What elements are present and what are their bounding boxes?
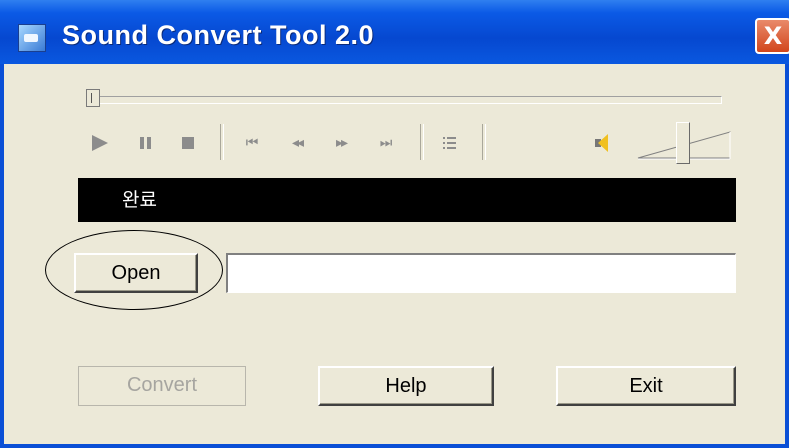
fast-forward-icon: ▸▸ (335, 135, 348, 151)
skip-start-button[interactable]: ⏮ (238, 132, 264, 154)
app-window: Sound Convert Tool 2.0 X ⏮ ◂◂ ▸▸ ⏭ 완료 Op… (0, 0, 789, 448)
fast-forward-button[interactable]: ▸▸ (328, 132, 354, 154)
app-icon (18, 24, 46, 52)
convert-button[interactable]: Convert (78, 366, 246, 406)
toolbar-separator (482, 124, 486, 160)
close-button[interactable]: X (755, 18, 789, 54)
exit-button[interactable]: Exit (556, 366, 736, 406)
toolbar-separator (420, 124, 424, 160)
rewind-button[interactable]: ◂◂ (284, 132, 310, 154)
file-path-input[interactable] (226, 253, 736, 293)
skip-end-icon: ⏭ (379, 135, 393, 151)
seek-bar[interactable] (88, 96, 722, 104)
pause-button[interactable] (137, 132, 153, 154)
open-button[interactable]: Open (74, 253, 198, 293)
speaker-icon (593, 133, 613, 153)
seek-thumb[interactable] (86, 89, 100, 107)
help-button[interactable]: Help (318, 366, 494, 406)
play-button[interactable] (88, 132, 108, 154)
playlist-icon (443, 137, 456, 149)
window-title: Sound Convert Tool 2.0 (62, 20, 375, 50)
stop-button[interactable] (180, 132, 196, 154)
skip-end-button[interactable]: ⏭ (372, 132, 398, 154)
toolbar-separator (220, 124, 224, 160)
rewind-icon: ◂◂ (291, 135, 304, 151)
playlist-button[interactable] (440, 132, 460, 154)
title-bar[interactable]: Sound Convert Tool 2.0 X (0, 0, 789, 64)
skip-start-icon: ⏮ (245, 135, 259, 151)
status-display: 완료 (78, 178, 736, 222)
volume-slider-thumb[interactable] (676, 122, 690, 164)
